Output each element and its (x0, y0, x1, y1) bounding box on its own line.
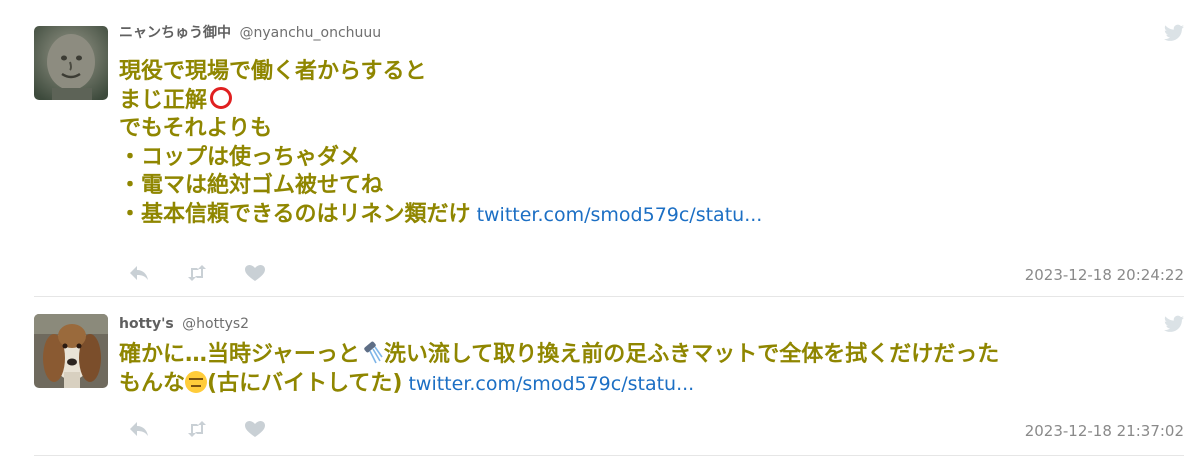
tweet-line: でもそれよりも (119, 116, 273, 141)
twitter-bird-icon[interactable] (1164, 24, 1184, 42)
twitter-bird-icon[interactable] (1164, 315, 1184, 333)
tweet-timestamp[interactable]: 2023-12-18 20:24:22 (1025, 266, 1184, 284)
user-handle[interactable]: @hottys2 (182, 316, 249, 332)
tweet-feed: ニャンちゅう御中 @nyanchu_onchuuu 現役で現場で働く者からすると… (0, 0, 1200, 461)
red-circle-emoji-icon (210, 86, 233, 109)
tweet-body: 確かに…当時ジャーっと 洗い流して取り換え前の足ふきマットで全体を拭くだけだった … (119, 341, 1184, 398)
reply-icon[interactable] (128, 418, 186, 440)
tweet-actions (128, 418, 302, 440)
reply-icon[interactable] (128, 262, 186, 284)
basset-hound-avatar-icon (34, 314, 108, 388)
tweet-line: 現役で現場で働く者からすると (119, 59, 427, 84)
stone-statue-avatar-icon (34, 26, 108, 100)
retweet-icon[interactable] (186, 262, 244, 284)
display-name[interactable]: hotty's (119, 316, 174, 332)
tweet-link[interactable]: twitter.com/smod579c/statu... (477, 204, 763, 226)
avatar[interactable] (34, 314, 108, 388)
tweet-actions (128, 262, 302, 284)
tweet-line: ・基本信頼できるのはリネン類だけ twitter.com/smod579c/sta… (119, 201, 763, 227)
tweet-card: hotty's @hottys2 確かに…当時ジャーっと 洗い流して取り換え前の足… (34, 297, 1184, 456)
like-icon[interactable] (244, 262, 302, 284)
tweet-line: もんな (古にバイトしてた) twitter.com/smod579c/statu.… (119, 370, 695, 396)
tweet-link[interactable]: twitter.com/smod579c/statu... (408, 373, 694, 395)
retweet-icon[interactable] (186, 418, 244, 440)
tweet-meta: hotty's @hottys2 (119, 315, 249, 333)
avatar[interactable] (34, 26, 108, 100)
tweet-timestamp[interactable]: 2023-12-18 21:37:02 (1025, 422, 1184, 440)
tweet-body: 現役で現場で働く者からすると まじ正解 でもそれよりも ・コップは使っちゃダメ … (119, 58, 1184, 229)
tweet-line: ・電マは絶対ゴム被せてね (119, 173, 384, 198)
display-name[interactable]: ニャンちゅう御中 (119, 25, 231, 41)
expressionless-face-emoji-icon (185, 370, 208, 393)
tweet-card: ニャンちゅう御中 @nyanchu_onchuuu 現役で現場で働く者からすると… (34, 0, 1184, 297)
like-icon[interactable] (244, 418, 302, 440)
user-handle[interactable]: @nyanchu_onchuuu (239, 25, 381, 41)
tweet-line: 確かに…当時ジャーっと 洗い流して取り換え前の足ふきマットで全体を拭くだけだった (119, 341, 1000, 367)
tweet-meta: ニャンちゅう御中 @nyanchu_onchuuu (119, 24, 381, 42)
shower-emoji-icon (360, 341, 384, 365)
tweet-line: ・コップは使っちゃダメ (119, 144, 361, 170)
tweet-line: まじ正解 (119, 86, 1184, 116)
